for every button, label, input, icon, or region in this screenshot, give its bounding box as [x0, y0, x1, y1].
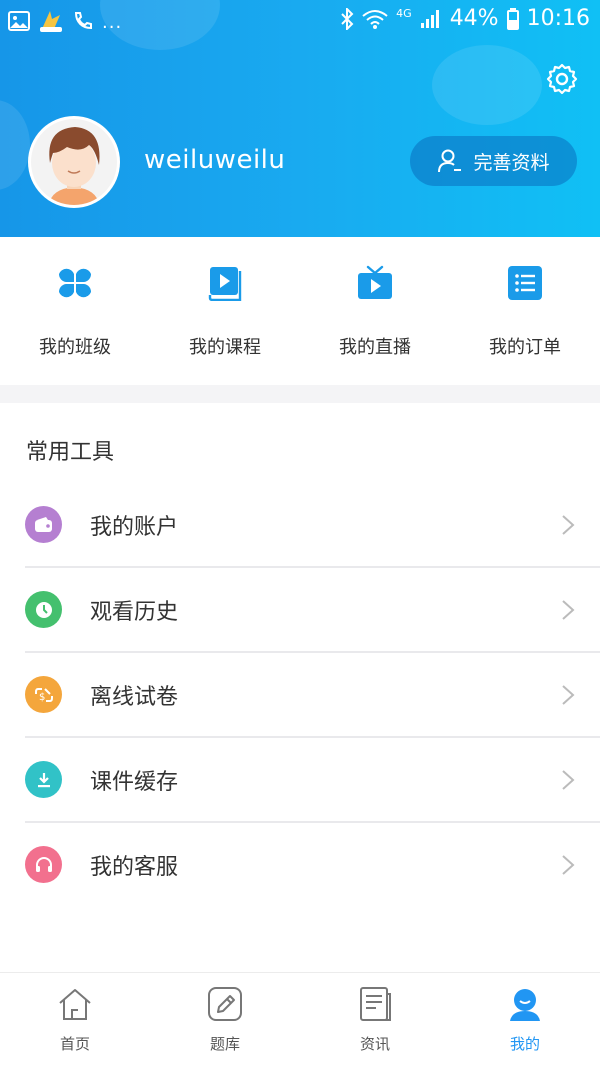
clock-icon	[25, 591, 62, 628]
avatar-illustration	[31, 119, 117, 205]
tool-item-label: 课件缓存	[90, 770, 179, 795]
quick-item-my-class[interactable]: 我的班级	[0, 237, 150, 385]
battery-icon	[506, 7, 519, 30]
question-bank-icon	[208, 987, 242, 1021]
download-icon	[25, 761, 62, 798]
tools-section-title: 常用工具	[26, 440, 115, 465]
app-notification-icon	[40, 10, 62, 32]
svg-text:$: $	[39, 692, 45, 703]
user-icon	[510, 989, 540, 1021]
decorative-bubble	[432, 45, 542, 125]
battery-percent: 44%	[449, 6, 499, 31]
tv-play-icon	[358, 265, 392, 299]
quick-actions: 我的班级 我的课程 我的直播 我的订单	[0, 237, 600, 385]
clock-time: 10:16	[526, 6, 590, 31]
decorative-bubble	[0, 100, 30, 190]
settings-gear-icon[interactable]	[545, 62, 579, 96]
network-type: 4G	[396, 7, 412, 20]
status-bar: ... 4G 44% 10:16	[0, 0, 600, 42]
tool-item-offline-papers[interactable]: $ 离线试卷	[0, 652, 600, 737]
tool-item-label: 我的账户	[90, 515, 179, 540]
wifi-icon	[362, 9, 388, 29]
nav-label: 题库	[209, 1035, 240, 1053]
nav-item-news[interactable]: 资讯	[300, 973, 450, 1067]
quick-item-my-orders[interactable]: 我的订单	[450, 237, 600, 385]
complete-profile-button[interactable]: 完善资料	[410, 136, 577, 186]
chevron-right-icon	[562, 600, 575, 620]
nav-item-mine[interactable]: 我的	[450, 973, 600, 1067]
grid-clover-icon	[58, 268, 92, 298]
tool-item-label: 我的客服	[90, 855, 179, 880]
tool-item-label: 观看历史	[90, 600, 179, 625]
home-icon	[59, 989, 91, 1020]
user-edit-icon	[438, 149, 462, 173]
offline-paper-icon: $	[25, 676, 62, 713]
avatar[interactable]	[28, 116, 120, 208]
section-divider	[0, 385, 600, 403]
username: weiluweilu	[144, 145, 286, 175]
tool-item-watch-history[interactable]: 观看历史	[0, 567, 600, 652]
bottom-navigation: 首页 题库 资讯 我的	[0, 972, 600, 1067]
wallet-icon	[25, 506, 62, 543]
headset-icon	[25, 846, 62, 883]
signal-icon	[420, 9, 439, 28]
book-play-icon	[208, 267, 242, 301]
chevron-right-icon	[562, 685, 575, 705]
chevron-right-icon	[562, 855, 575, 875]
quick-item-my-live[interactable]: 我的直播	[300, 237, 450, 385]
profile-header: ... 4G 44% 10:16 weiluweilu 完善资料	[0, 0, 600, 237]
quick-item-label: 我的班级	[39, 337, 111, 358]
gallery-icon	[8, 10, 30, 31]
list-icon	[508, 266, 542, 300]
tool-item-courseware-cache[interactable]: 课件缓存	[0, 737, 600, 822]
tool-item-my-account[interactable]: 我的账户	[0, 482, 600, 567]
chevron-right-icon	[562, 770, 575, 790]
news-icon	[360, 987, 391, 1021]
quick-item-label: 我的直播	[339, 337, 411, 358]
bluetooth-icon	[341, 7, 354, 30]
more-notifications: ...	[102, 12, 123, 33]
nav-item-home[interactable]: 首页	[0, 973, 150, 1067]
nav-item-question-bank[interactable]: 题库	[150, 973, 300, 1067]
chevron-right-icon	[562, 515, 575, 535]
complete-profile-label: 完善资料	[473, 151, 550, 174]
nav-label: 我的	[509, 1035, 540, 1053]
quick-item-label: 我的课程	[189, 337, 261, 358]
tool-item-label: 离线试卷	[90, 685, 179, 710]
nav-label: 首页	[59, 1035, 90, 1053]
tool-item-customer-service[interactable]: 我的客服	[0, 822, 600, 907]
quick-item-label: 我的订单	[489, 337, 561, 358]
quick-item-my-course[interactable]: 我的课程	[150, 237, 300, 385]
nav-label: 资讯	[359, 1035, 390, 1053]
phone-location-icon	[74, 11, 92, 29]
